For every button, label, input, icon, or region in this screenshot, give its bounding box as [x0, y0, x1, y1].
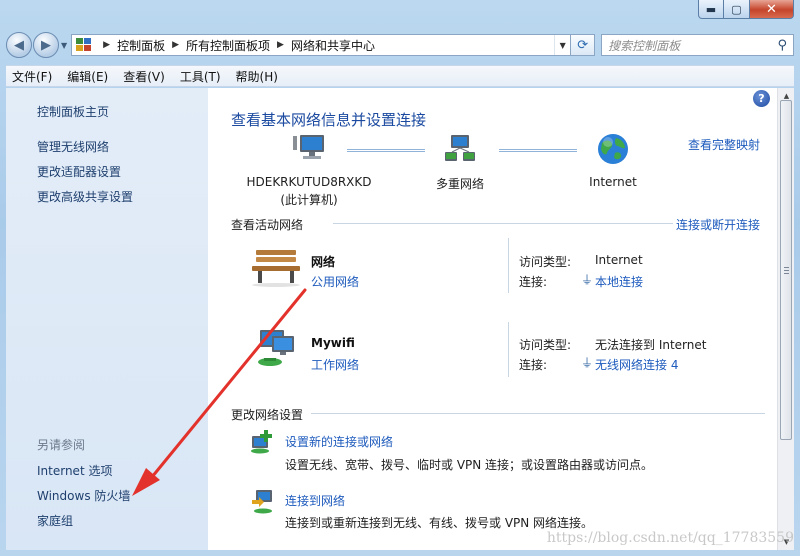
- watermark: https://blog.csdn.net/qq_17783559: [546, 530, 794, 546]
- window-frame: ▬ ▢ ✕ ◀ ▶ ▼ ▶ 控制面板 ▶ 所有控制面板项 ▶ 网络和共享中心 ▼: [0, 0, 800, 556]
- annotation-arrow: [132, 288, 307, 496]
